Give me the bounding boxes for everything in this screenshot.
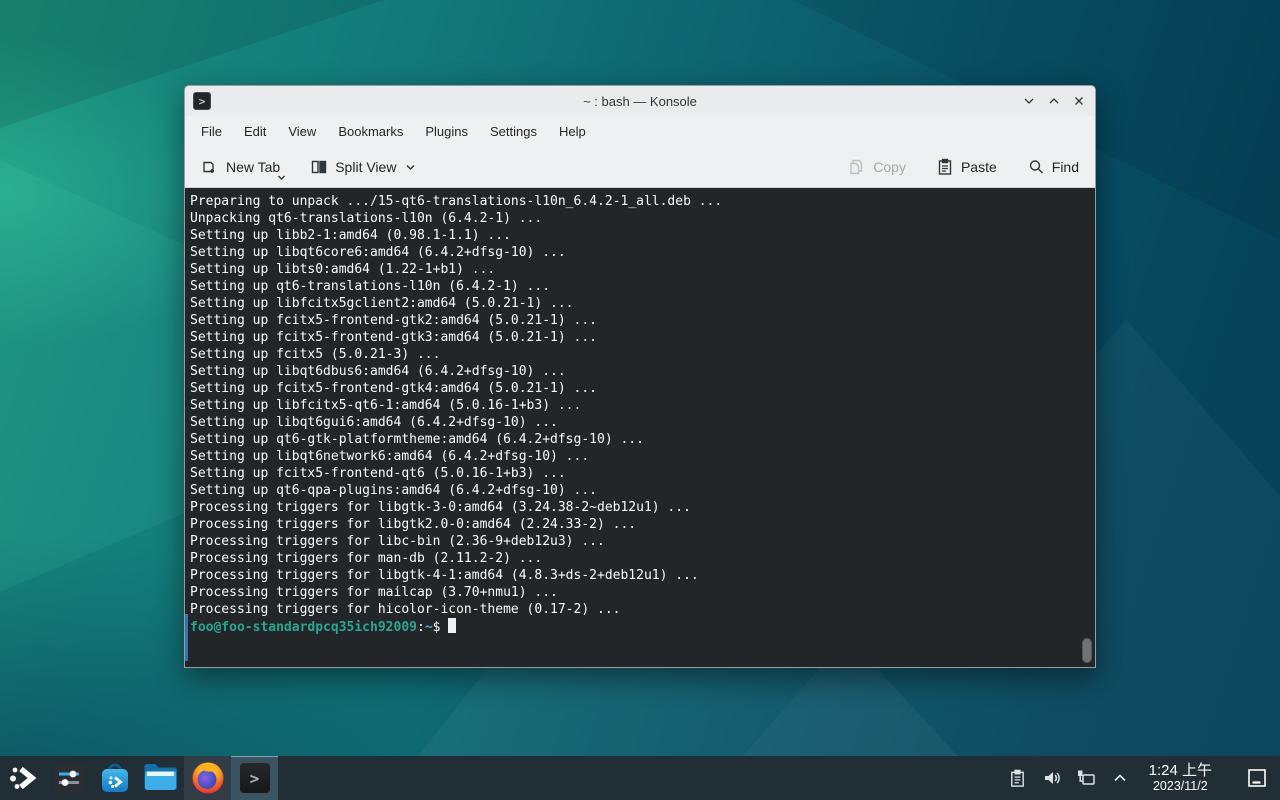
- show-desktop-button[interactable]: [1240, 756, 1274, 800]
- terminal-output: Preparing to unpack .../15-qt6-translati…: [190, 193, 1081, 618]
- maximize-button[interactable]: [1046, 93, 1062, 109]
- menu-file[interactable]: File: [191, 119, 232, 144]
- menu-help[interactable]: Help: [549, 119, 596, 144]
- system-settings-icon: [52, 761, 86, 795]
- clipboard-icon: [1008, 769, 1027, 788]
- menu-bookmarks[interactable]: Bookmarks: [328, 119, 413, 144]
- prompt-symbol: $: [433, 620, 441, 635]
- find-label: Find: [1052, 159, 1079, 175]
- taskbar-panel: > 1:24 上午: [0, 756, 1280, 800]
- terminal-scrollbar[interactable]: [1082, 638, 1092, 663]
- split-view-button[interactable]: Split View: [308, 154, 418, 180]
- paste-icon: [936, 158, 954, 176]
- terminal-line: Processing triggers for man-db (2.11.2-2…: [190, 550, 1081, 567]
- close-button[interactable]: [1071, 93, 1087, 109]
- kickoff-launcher-button[interactable]: [0, 756, 46, 800]
- terminal-line: Setting up fcitx5 (5.0.21-3) ...: [190, 346, 1081, 363]
- clipboard-tray-button[interactable]: [1005, 756, 1031, 800]
- terminal-line: Setting up libqt6dbus6:amd64 (6.4.2+dfsg…: [190, 363, 1081, 380]
- terminal-line: Processing triggers for libgtk-4-1:amd64…: [190, 567, 1081, 584]
- terminal-line: Setting up fcitx5-frontend-gtk4:amd64 (5…: [190, 380, 1081, 397]
- network-icon: [1076, 768, 1096, 788]
- minimize-button[interactable]: [1021, 93, 1037, 109]
- terminal-line: Processing triggers for libgtk-3-0:amd64…: [190, 499, 1081, 516]
- terminal-cursor: [448, 618, 456, 633]
- menu-edit[interactable]: Edit: [234, 119, 276, 144]
- terminal-line: Setting up qt6-gtk-platformtheme:amd64 (…: [190, 431, 1081, 448]
- terminal-line: Preparing to unpack .../15-qt6-translati…: [190, 193, 1081, 210]
- new-tab-dropdown[interactable]: [277, 168, 286, 184]
- menu-settings[interactable]: Settings: [480, 119, 547, 144]
- prompt-path: ~: [425, 620, 433, 635]
- maximize-icon: [1047, 94, 1061, 108]
- terminal-line: Processing triggers for libgtk2.0-0:amd6…: [190, 516, 1081, 533]
- discover-icon: [98, 761, 132, 795]
- expand-tray-button[interactable]: [1107, 756, 1133, 800]
- prompt-user-host: foo@foo-standardpcq35ich92009: [190, 620, 417, 635]
- paste-label: Paste: [961, 159, 997, 175]
- split-view-label: Split View: [335, 159, 396, 175]
- terminal-line: Setting up fcitx5-frontend-gtk3:amd64 (5…: [190, 329, 1081, 346]
- terminal-line: Setting up libqt6network6:amd64 (6.4.2+d…: [190, 448, 1081, 465]
- konsole-task-button[interactable]: >: [231, 756, 278, 800]
- window-title: ~ : bash — Konsole: [185, 94, 1095, 109]
- clock[interactable]: 1:24 上午 2023/11/2: [1141, 759, 1220, 797]
- clock-time: 1:24 上午: [1149, 762, 1212, 779]
- close-icon: [1072, 94, 1086, 108]
- konsole-icon: >: [193, 92, 211, 110]
- firefox-task-button[interactable]: [184, 756, 231, 800]
- terminal-view[interactable]: Preparing to unpack .../15-qt6-translati…: [185, 188, 1095, 667]
- expand-tray-icon: [1112, 770, 1128, 786]
- terminal-line: Setting up fcitx5-frontend-qt6 (5.0.16-1…: [190, 465, 1081, 482]
- dolphin-icon: [143, 762, 179, 794]
- terminal-line: Processing triggers for hicolor-icon-the…: [190, 601, 1081, 618]
- minimize-icon: [1022, 94, 1036, 108]
- find-icon: [1027, 158, 1045, 176]
- split-view-dropdown[interactable]: [405, 163, 416, 171]
- prompt-separator: :: [417, 620, 425, 635]
- volume-tray-button[interactable]: [1039, 756, 1065, 800]
- terminal-line: Unpacking qt6-translations-l10n (6.4.2-1…: [190, 210, 1081, 227]
- split-view-icon: [310, 158, 328, 176]
- find-button[interactable]: Find: [1025, 154, 1081, 180]
- system-settings-button[interactable]: [46, 756, 92, 800]
- copy-icon: [848, 158, 866, 176]
- terminal-line: Setting up libb2-1:amd64 (0.98.1-1.1) ..…: [190, 227, 1081, 244]
- terminal-line: Setting up libfcitx5-qt6-1:amd64 (5.0.16…: [190, 397, 1081, 414]
- terminal-line: Processing triggers for mailcap (3.70+nm…: [190, 584, 1081, 601]
- terminal-line: Setting up libqt6core6:amd64 (6.4.2+dfsg…: [190, 244, 1081, 261]
- menu-bar: File Edit View Bookmarks Plugins Setting…: [185, 116, 1095, 147]
- volume-icon: [1042, 768, 1062, 788]
- konsole-icon: >: [239, 762, 271, 794]
- new-output-indicator: [185, 614, 188, 661]
- show-desktop-icon: [1247, 768, 1267, 788]
- menu-view[interactable]: View: [278, 119, 326, 144]
- terminal-line: Setting up libqt6gui6:amd64 (6.4.2+dfsg-…: [190, 414, 1081, 431]
- kickoff-launcher-icon: [6, 761, 40, 795]
- window-titlebar[interactable]: > ~ : bash — Konsole: [185, 86, 1095, 116]
- terminal-line: Setting up qt6-translations-l10n (6.4.2-…: [190, 278, 1081, 295]
- copy-button[interactable]: Copy: [846, 154, 908, 180]
- network-tray-button[interactable]: [1073, 756, 1099, 800]
- system-tray: 1:24 上午 2023/11/2: [1005, 756, 1280, 800]
- terminal-line: Processing triggers for libc-bin (2.36-9…: [190, 533, 1081, 550]
- dolphin-button[interactable]: [138, 756, 184, 800]
- new-tab-icon: [201, 158, 219, 176]
- terminal-line: Setting up fcitx5-frontend-gtk2:amd64 (5…: [190, 312, 1081, 329]
- clock-date: 2023/11/2: [1149, 779, 1212, 793]
- copy-label: Copy: [873, 159, 906, 175]
- paste-button[interactable]: Paste: [934, 154, 999, 180]
- terminal-line: Setting up libfcitx5gclient2:amd64 (5.0.…: [190, 295, 1081, 312]
- konsole-window: > ~ : bash — Konsole File Edit View Book…: [184, 85, 1096, 668]
- terminal-line: Setting up qt6-qpa-plugins:amd64 (6.4.2+…: [190, 482, 1081, 499]
- terminal-line: Setting up libts0:amd64 (1.22-1+b1) ...: [190, 261, 1081, 278]
- tool-bar: New Tab Split View Copy: [185, 147, 1095, 188]
- firefox-icon: [190, 760, 226, 796]
- new-tab-button[interactable]: New Tab: [199, 154, 282, 180]
- menu-plugins[interactable]: Plugins: [415, 119, 478, 144]
- new-tab-label: New Tab: [226, 159, 280, 175]
- discover-button[interactable]: [92, 756, 138, 800]
- terminal-prompt: foo@foo-standardpcq35ich92009:~$: [190, 618, 1081, 636]
